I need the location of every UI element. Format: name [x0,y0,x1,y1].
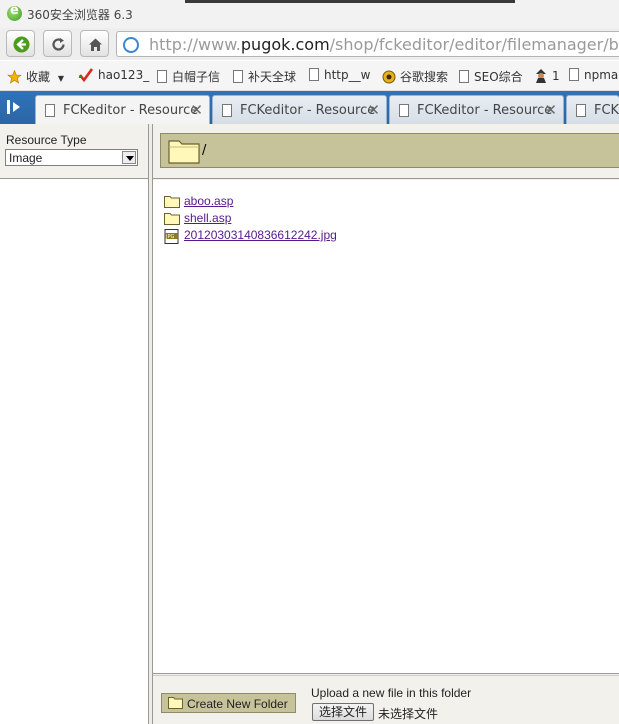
file-link-folder[interactable]: aboo.asp [184,194,233,208]
google-icon [382,70,396,84]
bookmark-label: 补天全球 [248,70,297,84]
bookmark-label: 谷歌搜索 [400,70,449,84]
star-icon [7,70,22,84]
page-content: Resource Type Image / aboo.asp shell.asp… [0,124,619,724]
close-icon[interactable]: ✕ [367,101,380,119]
bookmark-label: 收藏 [26,70,51,84]
folder-tree-panel [0,180,148,724]
folder-icon [164,213,180,225]
page-icon [45,104,55,117]
close-icon[interactable]: ✕ [190,101,203,119]
bookmark-favorites[interactable]: 收藏 ▼ [7,68,64,85]
tab-fckeditor[interactable]: FCKe [566,95,619,124]
browser-logo-icon [7,3,22,21]
address-bar[interactable]: http://www.pugok.com/shop/fckeditor/edit… [116,31,619,57]
resource-type-label: Resource Type [6,133,87,147]
page-icon [157,70,167,83]
folder-icon [168,697,183,709]
page-icon [309,68,319,81]
page-icon [399,104,409,117]
tab-label: FCKeditor - Resource [63,103,199,118]
bookmark-item[interactable]: npma [569,68,618,82]
create-new-folder-label: Create New Folder [187,697,288,711]
page-icon [233,70,243,83]
url-text[interactable]: http://www.pugok.com/shop/fckeditor/edit… [149,35,619,54]
chevron-down-icon: ▼ [57,74,64,83]
url-prefix: http://www. [149,35,241,54]
bookmark-item[interactable]: 白帽子信 [157,68,220,85]
title-bar: 360安全浏览器 6.3 [0,0,619,28]
upload-label: Upload a new file in this folder [311,686,472,700]
current-folder-bar: / [160,133,619,168]
refresh-button[interactable] [43,30,72,57]
bookmark-spy[interactable]: 1 [534,68,560,83]
bookmark-google[interactable]: 谷歌搜索 [382,68,448,85]
file-link-folder[interactable]: shell.asp [184,211,231,225]
file-link-image[interactable]: 20120303140836612242.jpg [184,228,337,242]
no-file-status: 未选择文件 [378,707,439,721]
bookmark-label: 白帽子信 [172,70,221,84]
left-panel: Resource Type Image [0,124,148,724]
page-icon [459,70,469,83]
bookmark-label: hao123_ [98,68,150,82]
bookmark-item[interactable]: 补天全球 [233,68,296,85]
create-new-folder-button[interactable]: Create New Folder [161,693,296,713]
folder-icon [168,140,200,164]
bookmark-label: SEO综合 [474,70,523,84]
folder-header: / [153,124,619,179]
bookmark-hao123[interactable]: hao123_ [78,68,149,82]
page-icon [576,104,586,117]
current-folder-path: / [202,143,207,158]
tab-fckeditor[interactable]: FCKeditor - Resource ✕ [212,95,387,124]
tab-bar: FCKeditor - Resource ✕ FCKeditor - Resou… [0,91,619,124]
back-arrow-icon [13,36,30,53]
tab-fckeditor[interactable]: FCKeditor - Resource ✕ [389,95,564,124]
svg-text:JPG: JPG [165,234,174,240]
resource-type-panel: Resource Type Image [0,124,148,179]
title-strip [185,0,515,3]
window-title: 360安全浏览器 6.3 [27,8,133,22]
resource-type-select[interactable]: Image [5,149,138,166]
security-icon [123,37,139,53]
bookmark-label: http__w [324,68,371,82]
bookmark-label: 1 [552,69,560,83]
back-button[interactable] [6,30,35,57]
jpg-file-icon: JPG [164,229,179,244]
bookmark-item[interactable]: http__w [309,68,370,82]
home-button[interactable] [80,30,109,57]
sidebar-toggle-icon[interactable] [6,99,24,115]
action-bar: Create New Folder Upload a new file in t… [153,675,619,724]
url-path: /shop/fckeditor/editor/filemanager/brov [329,35,619,54]
bookmarks-bar: 收藏 ▼ hao123_ 白帽子信 补天全球 http__w 谷歌搜索 SEO综… [0,61,619,91]
page-icon [569,68,579,81]
resource-type-value: Image [9,151,43,165]
tab-label: FCKeditor - Resource [417,103,553,118]
spy-icon [536,69,546,83]
bookmark-item[interactable]: SEO综合 [459,68,523,85]
folder-icon [164,196,180,208]
url-host: pugok.com [240,35,330,54]
tab-label: FCKe [594,103,619,118]
refresh-icon [52,38,65,51]
page-icon [222,104,232,117]
file-list: aboo.asp shell.asp JPG 20120303140836612… [153,180,619,674]
right-panel: / aboo.asp shell.asp JPG 201203031408366… [153,124,619,724]
dropdown-arrow-icon[interactable] [122,151,136,164]
tab-label: FCKeditor - Resource [240,103,376,118]
close-icon[interactable]: ✕ [544,101,557,119]
bookmark-label: npma [584,68,619,82]
choose-file-button[interactable]: 选择文件 [312,703,374,721]
home-icon [89,38,102,51]
tab-fckeditor-active[interactable]: FCKeditor - Resource ✕ [35,95,210,124]
navigation-bar: http://www.pugok.com/shop/fckeditor/edit… [0,28,619,60]
hao123-icon [78,68,94,82]
